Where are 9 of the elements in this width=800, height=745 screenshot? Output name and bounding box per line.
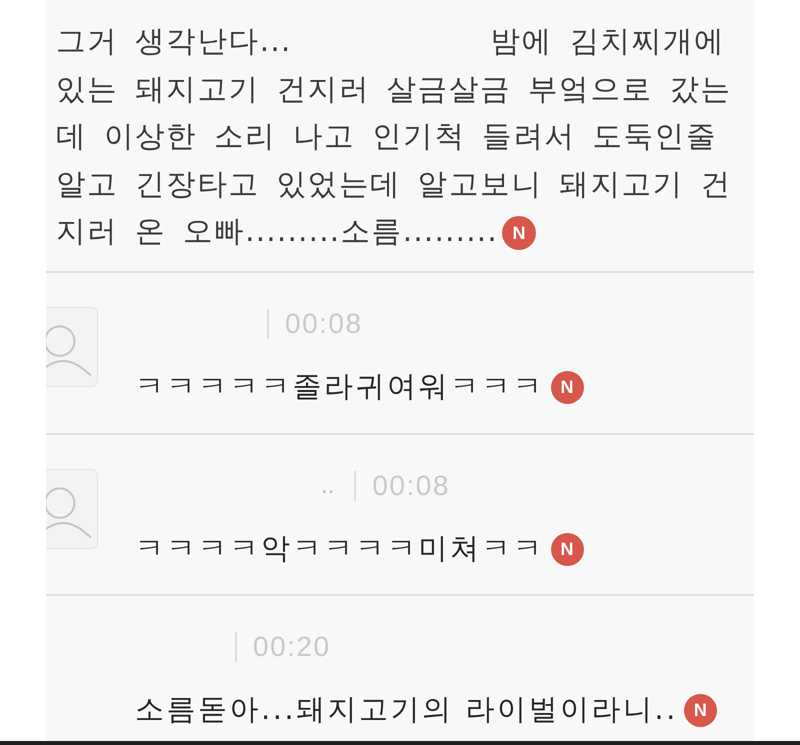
comment-text: 소름돋아...돼지고기의 라이벌이라니.. <box>135 691 678 728</box>
comment-text: ㅋㅋㅋㅋㅋ졸라귀여워ㅋㅋㅋ <box>135 368 544 405</box>
new-badge: N <box>684 694 717 726</box>
new-badge: N <box>502 216 536 250</box>
new-badge: N <box>550 532 584 566</box>
post-text: 그거 생각난다... 밤에 김치찌개에 있는 돼지고기 건지러 살금살금 부엌으로 갔는데 이상한 소리 나고 인기척 들려서 도둑인줄 알고 긴장타고 있었는데 알고보니 돼지고기 건지러 온 오빠.........소름......... N <box>56 23 733 252</box>
comment-author: .. <box>321 472 334 500</box>
comment-text: ㅋㅋㅋㅋ악ㅋㅋㅋㅋ미쳐ㅋㅋ <box>135 530 544 567</box>
new-badge: N <box>550 370 584 404</box>
